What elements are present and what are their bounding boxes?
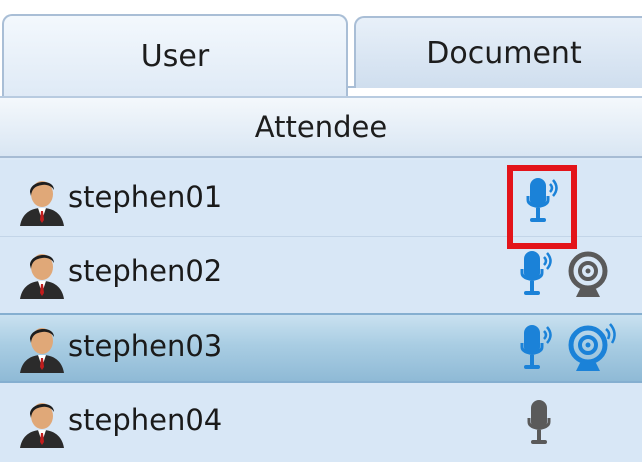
user-avatar-icon xyxy=(20,328,64,373)
user-avatar-icon xyxy=(20,403,64,448)
attendee-row-stephen04[interactable]: stephen04 xyxy=(0,384,642,462)
attendee-header-label: Attendee xyxy=(254,110,388,144)
tab-user-label: User xyxy=(140,38,210,74)
tab-bar: Document User xyxy=(0,0,642,96)
tab-document-label: Document xyxy=(426,35,582,71)
tab-document[interactable]: Document xyxy=(354,16,642,88)
mic-active-icon[interactable] xyxy=(518,247,558,303)
attendee-column-header[interactable]: Attendee xyxy=(0,96,642,158)
highlight-box xyxy=(507,165,577,249)
mic-inactive-icon[interactable] xyxy=(524,396,554,452)
tab-user[interactable]: User xyxy=(2,14,348,96)
attendee-username: stephen04 xyxy=(68,403,223,437)
user-avatar-icon xyxy=(20,181,64,226)
user-avatar-icon xyxy=(20,254,64,299)
webcam-active-icon[interactable] xyxy=(566,321,622,375)
mic-active-icon[interactable] xyxy=(518,321,558,377)
attendee-row-stephen03[interactable]: stephen03 xyxy=(0,313,642,383)
attendee-username: stephen02 xyxy=(68,254,223,288)
attendee-username: stephen01 xyxy=(68,180,223,214)
webcam-inactive-icon[interactable] xyxy=(566,251,610,299)
attendee-panel: Document User Attendee stephen01 stephen… xyxy=(0,0,642,462)
attendee-username: stephen03 xyxy=(68,329,223,363)
